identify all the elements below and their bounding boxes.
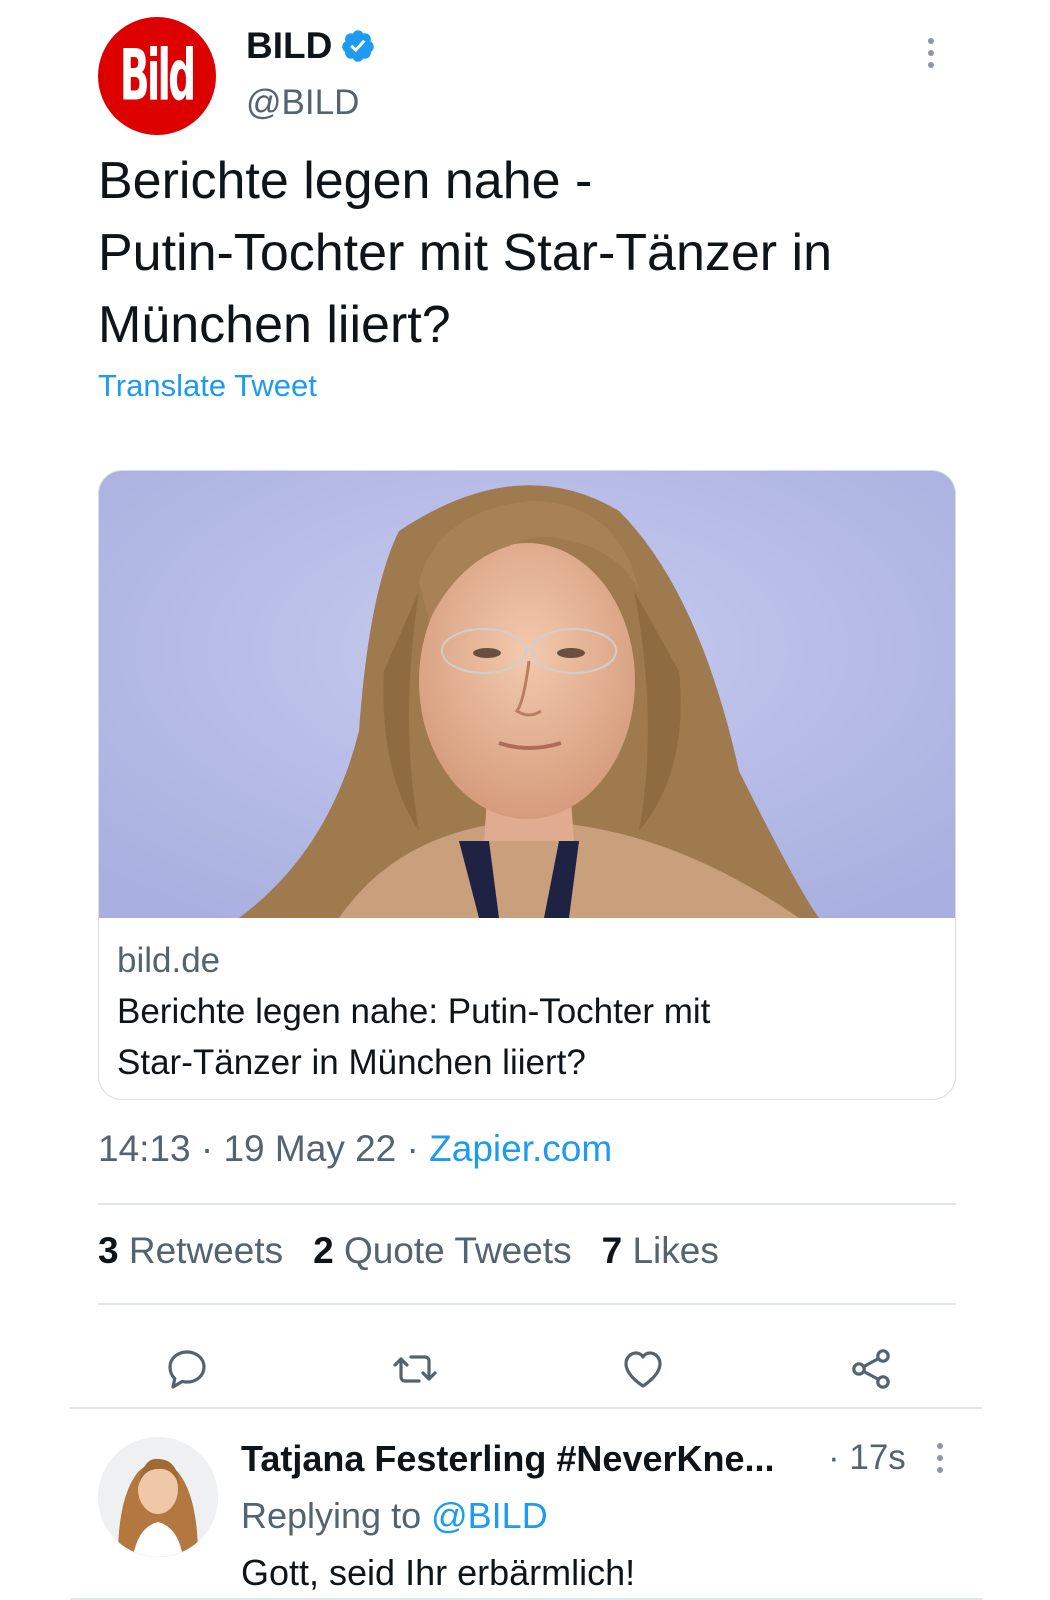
tweet-text-line: Berichte legen nahe - <box>98 152 593 210</box>
likes-label: Likes <box>632 1230 719 1271</box>
avatar-photo-icon <box>98 1437 218 1557</box>
avatar[interactable] <box>98 1437 218 1557</box>
meta-separator: · <box>190 1128 224 1169</box>
card-title-line: Star-Tänzer in München liiert? <box>117 1043 586 1082</box>
card-domain: bild.de <box>117 941 221 980</box>
retweets-count: 3 <box>98 1230 119 1271</box>
verified-badge-icon <box>342 30 375 62</box>
tweet-text: Berichte legen nahe - Putin-Tochter mit … <box>98 145 958 361</box>
retweets-stat[interactable]: 3 Retweets <box>98 1230 283 1272</box>
meta-separator: · <box>396 1128 430 1169</box>
translate-tweet-link[interactable]: Translate Tweet <box>98 368 317 404</box>
likes-count: 7 <box>601 1230 623 1271</box>
card-title-line: Berichte legen nahe: Putin-Tochter mit <box>117 992 711 1031</box>
card-image[interactable] <box>99 471 955 918</box>
likes-stat[interactable]: 7 Likes <box>602 1230 719 1272</box>
bild-avatar[interactable]: Bild <box>98 17 216 135</box>
reply-author-name[interactable]: Tatjana Festerling #NeverKne... <box>241 1438 775 1480</box>
share-icon <box>852 1349 890 1389</box>
quote-tweets-label: Quote Tweets <box>343 1230 572 1271</box>
author-name-row[interactable]: BILD <box>246 25 376 67</box>
tweet-date[interactable]: 19 May 22 <box>223 1128 396 1169</box>
bild-logo: Bild <box>120 35 196 117</box>
author-name[interactable]: BILD <box>246 25 332 67</box>
divider <box>98 1203 956 1205</box>
retweet-icon <box>393 1355 437 1383</box>
reply-button[interactable] <box>163 1345 211 1393</box>
more-options-icon[interactable] <box>934 1441 946 1475</box>
heart-icon <box>624 1351 662 1388</box>
tweet-source-link[interactable]: Zapier.com <box>429 1128 612 1169</box>
replying-mention-link[interactable]: @BILD <box>431 1495 548 1536</box>
reply-time[interactable]: · 17s <box>828 1438 906 1478</box>
card-title: Berichte legen nahe: Putin-Tochter mit S… <box>117 986 937 1088</box>
replying-prefix: Replying to <box>241 1495 422 1536</box>
retweets-label: Retweets <box>128 1230 284 1271</box>
author-handle[interactable]: @BILD <box>246 83 359 123</box>
tweet-text-line: München liiert? <box>98 296 451 354</box>
quote-tweets-count: 2 <box>313 1230 334 1271</box>
tweet-stats: 3 Retweets 2 Quote Tweets 7 Likes <box>98 1230 719 1272</box>
share-button[interactable] <box>847 1345 895 1393</box>
portrait-photo-icon <box>99 471 955 918</box>
link-card[interactable]: bild.de Berichte legen nahe: Putin-Tocht… <box>98 470 956 1100</box>
tweet-time[interactable]: 14:13 <box>98 1128 191 1169</box>
divider <box>98 1303 956 1305</box>
tweet-text-line: Putin-Tochter mit Star-Tänzer in <box>98 224 833 282</box>
quote-tweets-stat[interactable]: 2 Quote Tweets <box>313 1230 571 1272</box>
replying-to: Replying to @BILD <box>241 1495 548 1537</box>
more-options-icon[interactable] <box>925 36 937 70</box>
divider <box>70 1407 982 1409</box>
reply-icon <box>168 1350 206 1389</box>
like-button[interactable] <box>619 1345 667 1393</box>
reply-text: Gott, seid Ihr erbärmlich! <box>241 1552 636 1593</box>
tweet-meta: 14:13 · 19 May 22 · Zapier.com <box>98 1128 612 1170</box>
retweet-button[interactable] <box>391 1345 439 1393</box>
divider <box>70 1598 982 1600</box>
